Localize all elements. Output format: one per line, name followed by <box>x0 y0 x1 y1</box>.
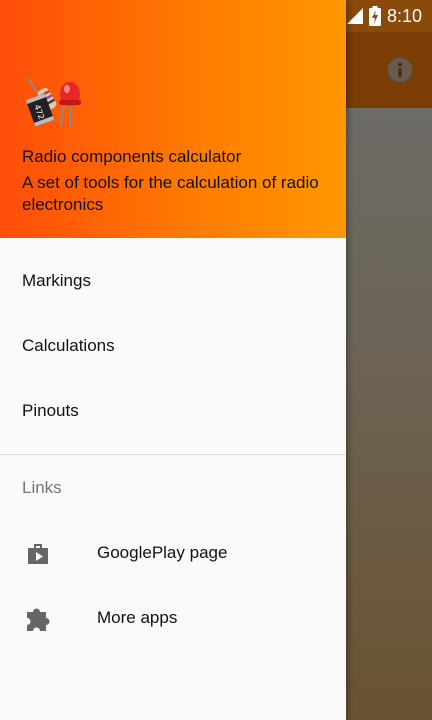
app-logo-icon: 472 <box>25 77 81 128</box>
menu-item-label: Calculations <box>22 336 115 355</box>
links-section-title: Links <box>22 478 62 497</box>
menu-item-pinouts[interactable]: Pinouts <box>0 379 346 443</box>
menu-item-label: Pinouts <box>22 401 79 420</box>
clock: 8:10 <box>386 5 422 26</box>
menu-item-label: Markings <box>22 271 91 290</box>
menu-item-markings[interactable]: Markings <box>0 249 346 313</box>
signal-icon <box>346 8 363 24</box>
play-store-bag-icon <box>22 537 54 569</box>
link-item-googleplay[interactable]: GooglePlay page <box>0 521 346 585</box>
navigation-drawer: 472 Radio components calculator A set of… <box>0 0 346 720</box>
drawer-header-title: Radio components calculator <box>22 147 242 166</box>
info-icon <box>388 58 412 82</box>
battery-charging-icon <box>368 6 381 26</box>
info-button[interactable] <box>387 57 413 83</box>
drawer-header-subtitle: A set of tools for the calculation of ra… <box>22 173 319 214</box>
menu-divider <box>0 454 346 455</box>
puzzle-icon <box>22 602 54 634</box>
link-item-more-apps[interactable]: More apps <box>0 586 346 650</box>
link-item-label: More apps <box>97 608 178 627</box>
menu-item-calculations[interactable]: Calculations <box>0 314 346 378</box>
link-item-label: GooglePlay page <box>97 543 228 562</box>
drawer-header: 472 Radio components calculator A set of… <box>0 0 346 238</box>
